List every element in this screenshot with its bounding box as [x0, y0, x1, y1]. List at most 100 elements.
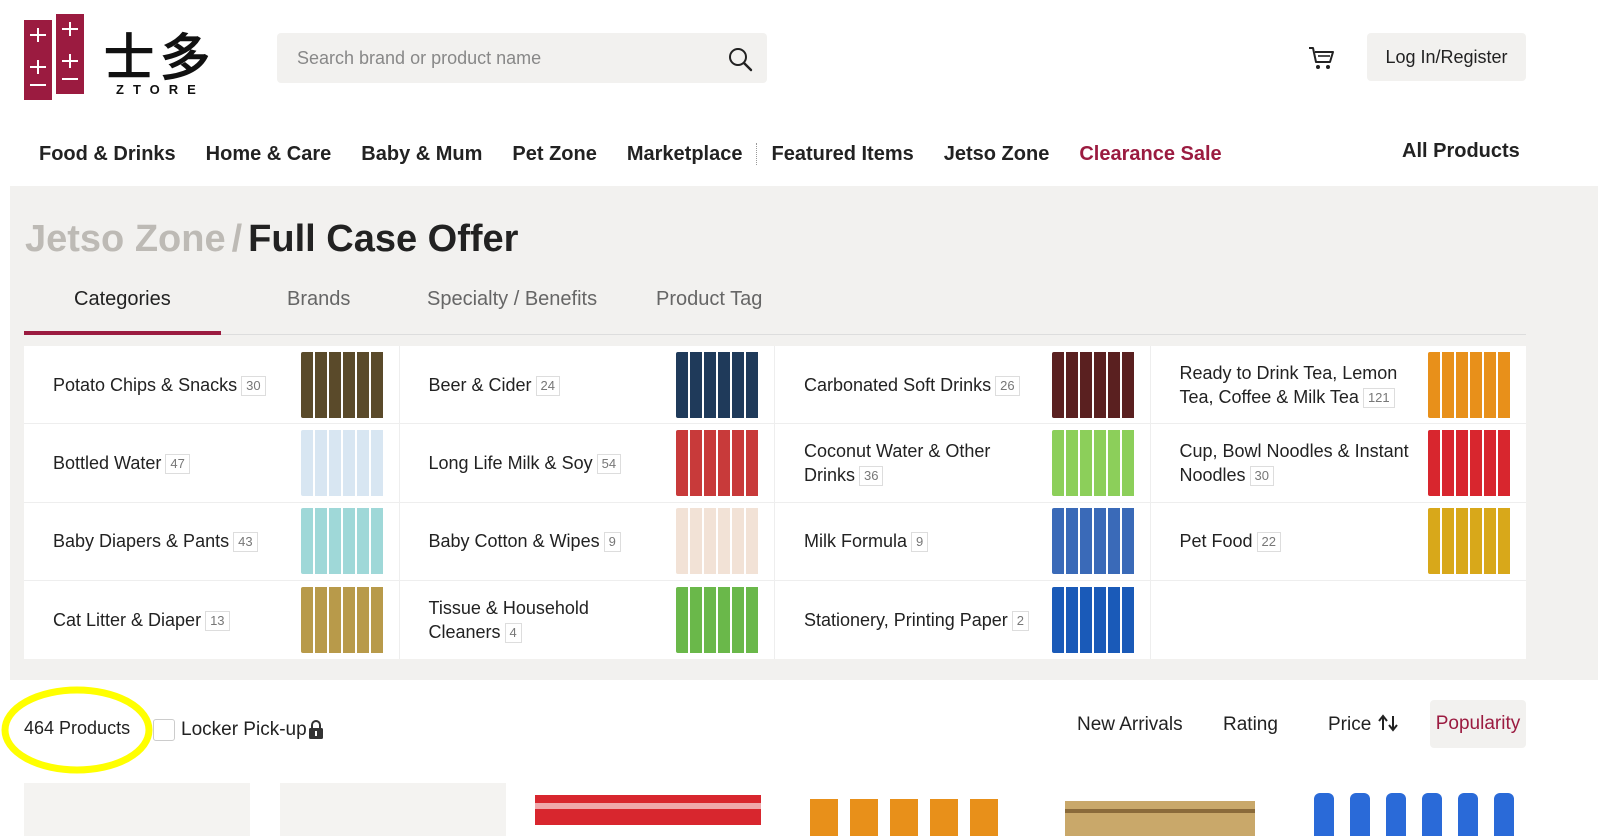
category-cell[interactable]: Potato Chips & Snacks 30 [24, 346, 400, 425]
nav-item-jetso-zone[interactable]: Jetso Zone [944, 143, 1050, 166]
category-name: Pet Food [1179, 531, 1253, 552]
category-cell[interactable]: Beer & Cider 24 [399, 346, 775, 425]
nav-item-food-drinks[interactable]: Food & Drinks [39, 143, 176, 166]
category-count: 54 [596, 454, 622, 475]
category-name: Carbonated Soft Drinks [804, 374, 992, 395]
search-icon[interactable] [727, 46, 753, 72]
category-thumbnail [1428, 351, 1512, 418]
nav-divider [756, 143, 758, 165]
nav-item-baby-mum[interactable]: Baby & Mum [361, 143, 482, 166]
breadcrumb: Jetso Zone / Full Case Offer [25, 218, 518, 261]
product-card[interactable] [24, 783, 250, 836]
category-count: 24 [535, 375, 561, 396]
category-name: Cat Litter & Diaper [53, 609, 202, 630]
tab-categories[interactable]: Categories [74, 288, 171, 311]
page-title: Full Case Offer [248, 218, 519, 260]
category-thumbnail [300, 429, 385, 496]
tab-brands[interactable]: Brands [287, 288, 350, 311]
search-bar [277, 33, 767, 83]
category-cell[interactable]: Long Life Milk & Soy 54 [399, 424, 775, 503]
locker-pickup-label[interactable]: Locker Pick-up [181, 719, 307, 741]
category-thumbnail [676, 351, 760, 418]
category-cell[interactable]: Cat Litter & Diaper 13 [24, 580, 400, 659]
product-card[interactable] [790, 783, 1016, 836]
category-thumbnail [676, 429, 760, 496]
logo-mark-icon [24, 14, 84, 100]
breadcrumb-separator: / [231, 218, 243, 260]
category-cell[interactable]: Pet Food 22 [1150, 503, 1526, 581]
breadcrumb-parent[interactable]: Jetso Zone [25, 218, 226, 260]
category-cell [1151, 581, 1527, 659]
category-cell[interactable]: Tissue & Household Cleaners 4 [400, 580, 775, 659]
sort-rating[interactable]: Rating [1223, 714, 1278, 736]
sort-price[interactable]: Price [1328, 714, 1399, 736]
category-label: Long Life Milk & Soy 54 [429, 451, 664, 475]
logo-text-english: ZTORE [116, 82, 205, 97]
nav-item-marketplace[interactable]: Marketplace [627, 143, 743, 166]
category-name: Potato Chips & Snacks [53, 374, 238, 395]
category-cell[interactable]: Carbonated Soft Drinks 26 [775, 346, 1151, 425]
category-cell[interactable]: Baby Diapers & Pants 43 [24, 502, 400, 581]
category-thumbnail [1428, 429, 1512, 496]
product-count: 464 Products [24, 718, 131, 738]
category-name: Bottled Water [53, 452, 162, 473]
category-label: Cup, Bowl Noodles & Instant Noodles 30 [1180, 439, 1415, 487]
nav-item-home-care[interactable]: Home & Care [206, 143, 332, 166]
category-cell[interactable]: Coconut Water & Other Drinks 36 [775, 424, 1151, 503]
category-label: Bottled Water 47 [53, 451, 288, 475]
product-card[interactable] [280, 783, 506, 836]
category-cell[interactable]: Stationery, Printing Paper 2 [775, 580, 1151, 659]
product-card[interactable] [535, 783, 761, 836]
nav-item-clearance-sale[interactable]: Clearance Sale [1079, 143, 1221, 166]
search-input[interactable] [277, 33, 707, 83]
login-register-button[interactable]: Log In/Register [1367, 33, 1526, 81]
tab-product-tag[interactable]: Product Tag [656, 288, 762, 311]
category-count: 47 [165, 454, 190, 475]
category-count: 30 [1249, 466, 1275, 487]
product-image [810, 799, 998, 836]
category-thumbnail [1051, 351, 1136, 418]
product-image [535, 795, 761, 825]
tab-specialty-benefits[interactable]: Specialty / Benefits [427, 288, 597, 311]
sort-popularity[interactable]: Popularity [1430, 700, 1526, 748]
locker-pickup-checkbox[interactable] [153, 719, 175, 741]
filter-tabs: Categories Brands Specialty / Benefits P… [24, 280, 1526, 335]
category-cell[interactable]: Baby Cotton & Wipes 9 [399, 502, 775, 581]
nav-item-featured-items[interactable]: Featured Items [771, 143, 913, 166]
nav-item-pet-zone[interactable]: Pet Zone [512, 143, 596, 166]
category-thumbnail [676, 508, 760, 575]
category-count: 36 [859, 466, 884, 487]
product-image [1314, 793, 1514, 836]
category-cell[interactable]: Cup, Bowl Noodles & Instant Noodles 30 [1150, 424, 1526, 503]
category-count: 22 [1256, 532, 1282, 553]
cart-icon[interactable] [1307, 44, 1335, 72]
category-label: Baby Cotton & Wipes 9 [429, 529, 664, 553]
lock-icon [309, 720, 323, 739]
category-count: 2 [1011, 611, 1030, 632]
product-card[interactable] [1045, 783, 1271, 836]
category-label: Stationery, Printing Paper 2 [804, 608, 1039, 632]
sort-new-arrivals[interactable]: New Arrivals [1077, 714, 1183, 736]
product-image [1065, 801, 1255, 836]
nav-item-all-products[interactable]: All Products [1402, 140, 1520, 163]
category-label: Coconut Water & Other Drinks 36 [804, 439, 1039, 487]
main-nav: Food & Drinks Home & Care Baby & Mum Pet… [39, 140, 1252, 168]
category-name: Milk Formula [804, 531, 908, 552]
category-label: Ready to Drink Tea, Lemon Tea, Coffee & … [1180, 361, 1415, 409]
category-count: 9 [603, 532, 621, 553]
category-thumbnail [676, 586, 760, 653]
category-cell[interactable]: Ready to Drink Tea, Lemon Tea, Coffee & … [1150, 346, 1526, 425]
ztore-logo[interactable]: 士多 ZTORE [24, 14, 234, 102]
category-label: Potato Chips & Snacks 30 [53, 373, 288, 397]
category-cell[interactable]: Bottled Water 47 [24, 424, 400, 503]
category-thumbnail [1051, 508, 1136, 575]
category-count: 13 [205, 611, 230, 632]
category-name: Beer & Cider [428, 374, 532, 395]
category-label: Pet Food 22 [1180, 529, 1415, 553]
product-card[interactable] [1300, 783, 1526, 836]
category-count: 43 [233, 532, 258, 553]
category-name: Stationery, Printing Paper [804, 609, 1008, 630]
category-cell[interactable]: Milk Formula 9 [775, 502, 1151, 581]
category-thumbnail [300, 586, 385, 653]
category-thumbnail [300, 508, 385, 575]
